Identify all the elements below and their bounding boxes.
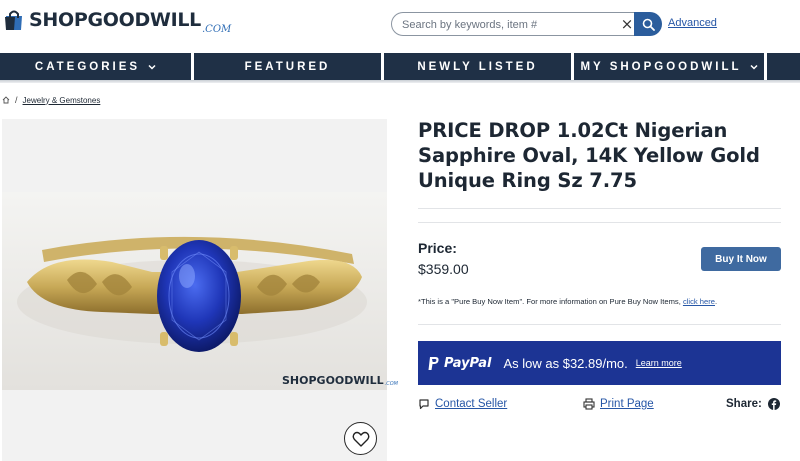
nav-my-shopgoodwill[interactable]: MY SHOPGOODWILL xyxy=(574,53,764,80)
paypal-logo-text: PayPal xyxy=(444,355,492,371)
advanced-search-link[interactable]: Advanced xyxy=(668,17,717,29)
nav-featured-label: FEATURED xyxy=(244,60,331,73)
buy-it-now-button[interactable]: Buy It Now xyxy=(701,247,781,271)
price-value: $359.00 xyxy=(418,261,469,277)
share-label: Share: xyxy=(726,398,762,410)
breadcrumb-separator: / xyxy=(15,95,18,105)
nav-categories-label: CATEGORIES xyxy=(34,60,141,73)
search-icon xyxy=(642,18,655,31)
nav-newly-listed-label: NEWLY LISTED xyxy=(417,60,538,73)
price-label: Price: xyxy=(418,240,457,256)
product-image-area: SHOPGOODWILL .COM xyxy=(2,119,398,461)
shopping-bag-icon xyxy=(5,10,22,30)
paypal-offer: As low as $32.89/mo. xyxy=(503,355,628,371)
nav-categories[interactable]: CATEGORIES xyxy=(0,53,191,80)
nav-featured[interactable]: FEATURED xyxy=(194,53,381,80)
nav-overflow[interactable] xyxy=(767,53,800,80)
pure-buy-now-link[interactable]: click here xyxy=(683,297,715,306)
watermark-suffix: .COM xyxy=(384,381,398,387)
paypal-logo: PayPal xyxy=(428,356,491,371)
favorite-button[interactable] xyxy=(344,422,377,455)
home-icon[interactable] xyxy=(2,96,10,104)
pure-buy-now-note-end: . xyxy=(715,297,718,306)
product-title: PRICE DROP 1.02Ct Nigerian Sapphire Oval… xyxy=(418,119,760,192)
chat-icon xyxy=(419,399,429,410)
logo-text: SHOPGOODWILL xyxy=(29,9,201,31)
heart-icon xyxy=(352,431,369,447)
nav-shadow xyxy=(0,80,800,83)
share-section: Share: xyxy=(726,398,780,410)
main-nav: CATEGORIES FEATURED NEWLY LISTED MY SHOP… xyxy=(0,53,800,80)
print-page-label: Print Page xyxy=(600,398,654,410)
printer-icon xyxy=(583,398,595,410)
product-photo[interactable] xyxy=(2,192,387,390)
chevron-down-icon xyxy=(148,64,156,70)
watermark-text: SHOPGOODWILL xyxy=(282,374,384,387)
clear-search-icon[interactable]: × xyxy=(620,16,634,32)
paypal-learn-more[interactable]: Learn more xyxy=(636,358,682,368)
site-header: SHOPGOODWILL .COM × Advanced xyxy=(0,0,800,50)
facebook-icon[interactable] xyxy=(767,398,780,410)
divider xyxy=(418,208,781,209)
image-watermark: SHOPGOODWILL .COM xyxy=(282,374,398,387)
paypal-icon xyxy=(428,356,439,370)
contact-seller-label: Contact Seller xyxy=(435,398,508,410)
paypal-banner[interactable]: PayPal As low as $32.89/mo. Learn more xyxy=(418,341,781,385)
search-box: × xyxy=(391,12,634,36)
logo-suffix: .COM xyxy=(201,24,232,35)
chevron-down-icon xyxy=(750,64,758,70)
search-input[interactable] xyxy=(402,16,602,33)
pure-buy-now-note: *This is a "Pure Buy Now Item". For more… xyxy=(418,297,788,306)
divider xyxy=(418,324,781,325)
divider xyxy=(418,222,781,223)
ring-image xyxy=(2,192,387,390)
breadcrumb-jewelry[interactable]: Jewelry & Gemstones xyxy=(23,96,101,105)
pure-buy-now-note-text: *This is a "Pure Buy Now Item". For more… xyxy=(418,297,683,306)
print-page-link[interactable]: Print Page xyxy=(583,398,654,410)
nav-newly-listed[interactable]: NEWLY LISTED xyxy=(384,53,571,80)
breadcrumb: / Jewelry & Gemstones xyxy=(2,95,100,105)
contact-seller-link[interactable]: Contact Seller xyxy=(418,398,507,410)
site-logo[interactable]: SHOPGOODWILL .COM xyxy=(3,9,231,35)
search-button[interactable] xyxy=(634,12,662,36)
nav-my-shopgoodwill-label: MY SHOPGOODWILL xyxy=(580,60,742,73)
